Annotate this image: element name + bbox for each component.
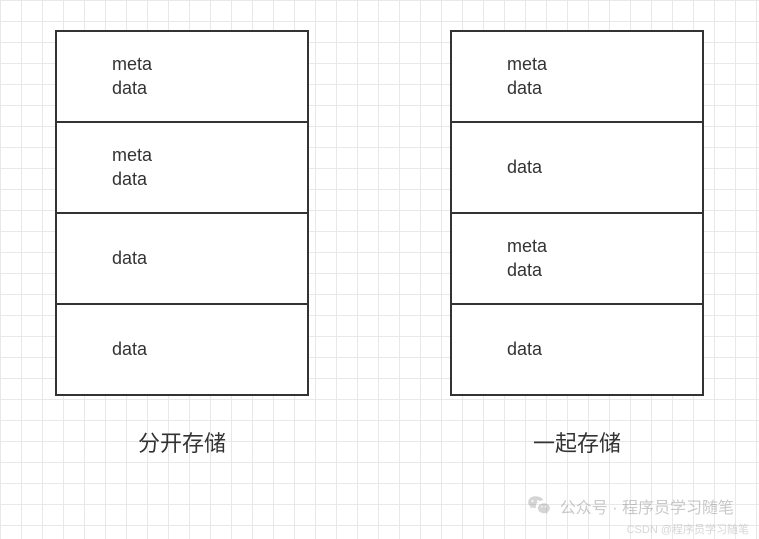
box-line: data [112, 338, 307, 361]
box: data [57, 305, 307, 396]
box-line: data [507, 77, 702, 100]
box: data [452, 123, 702, 214]
box: data [57, 214, 307, 305]
csdn-watermark: CSDN @程序员学习随笔 [627, 521, 749, 537]
box: meta data [57, 123, 307, 214]
box-line: data [507, 156, 702, 179]
watermark-text: 公众号 · 程序员学习随笔 [560, 494, 734, 518]
watermark: 公众号 · 程序员学习随笔 [526, 493, 734, 519]
caption-together: 一起存储 [533, 426, 621, 458]
box: meta data [452, 32, 702, 123]
box-line: data [112, 247, 307, 270]
box-line: data [507, 259, 702, 282]
box-line: data [112, 77, 307, 100]
box: data [452, 305, 702, 396]
wechat-icon [526, 493, 552, 519]
boxes-together: meta data data meta data data [450, 30, 704, 396]
column-separated: meta data meta data data data 分开存储 [55, 30, 309, 458]
box: meta data [57, 32, 307, 123]
caption-separated: 分开存储 [138, 426, 226, 458]
box-line: meta [507, 53, 702, 76]
box-line: meta [112, 144, 307, 167]
box: meta data [452, 214, 702, 305]
box-line: meta [507, 235, 702, 258]
diagram-container: meta data meta data data data 分开存储 meta … [0, 0, 759, 458]
box-line: data [112, 168, 307, 191]
boxes-separated: meta data meta data data data [55, 30, 309, 396]
box-line: data [507, 338, 702, 361]
box-line: meta [112, 53, 307, 76]
column-together: meta data data meta data data 一起存储 [450, 30, 704, 458]
